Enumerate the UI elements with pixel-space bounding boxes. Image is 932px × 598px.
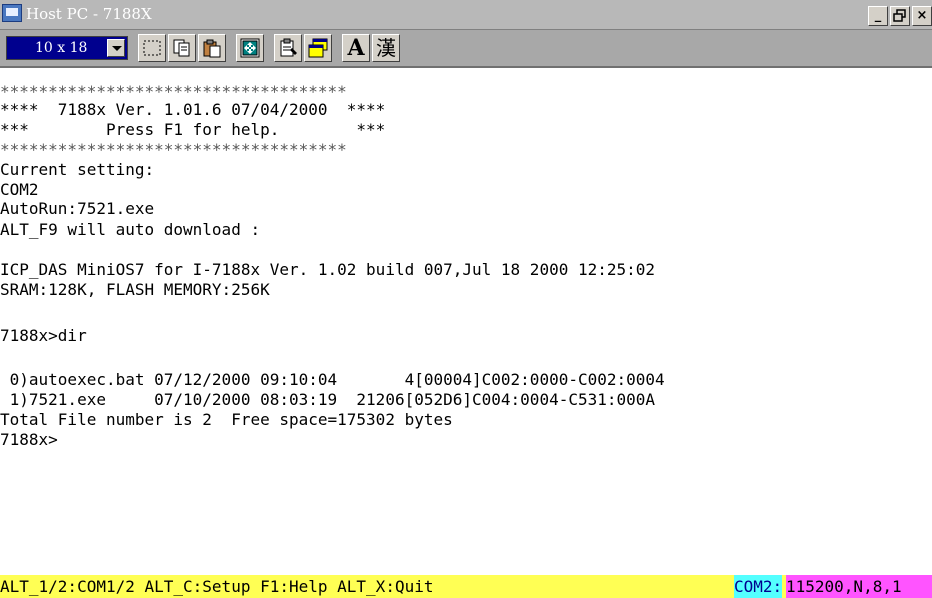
terminal-line: **** 7188x Ver. 1.01.6 07/04/2000 **** xyxy=(0,100,386,119)
terminal-line: COM2 xyxy=(0,180,39,199)
com-port-label: COM2: xyxy=(734,575,783,598)
terminal-line: AutoRun:7521.exe xyxy=(0,199,155,218)
terminal-line: SRAM:128K, FLASH MEMORY:256K xyxy=(0,280,270,299)
terminal-line: ICP_DAS MiniOS7 for I-7188x Ver. 1.02 bu… xyxy=(0,260,656,279)
font-button[interactable]: A xyxy=(342,34,370,62)
restore-button[interactable] xyxy=(890,6,910,26)
fullscreen-button[interactable] xyxy=(236,34,264,62)
terminal-line: 0)autoexec.bat 07/12/2000 09:10:04 4[000… xyxy=(0,370,665,389)
close-button[interactable]: × xyxy=(912,6,932,26)
paste-icon xyxy=(203,39,221,58)
title-bar[interactable]: Host PC - 7188X _ × xyxy=(0,0,932,30)
select-icon xyxy=(143,40,161,56)
fullscreen-icon xyxy=(240,38,260,58)
restore-icon xyxy=(893,9,906,22)
chinese-font-button[interactable]: 漢 xyxy=(372,34,400,62)
toolbar: 10 x 18 A 漢 xyxy=(0,30,932,68)
shortcut-hints: ALT_1/2:COM1/2 ALT_C:Setup F1:Help ALT_X… xyxy=(0,577,434,596)
select-button[interactable] xyxy=(138,34,166,62)
properties-icon xyxy=(280,38,297,57)
app-icon[interactable] xyxy=(2,4,22,22)
paste-button[interactable] xyxy=(198,34,226,62)
copy-icon xyxy=(173,39,190,57)
terminal-line: ALT_F9 will auto download : xyxy=(0,220,261,239)
window-icon xyxy=(308,38,328,58)
terminal-line: 1)7521.exe 07/10/2000 08:03:19 21206[052… xyxy=(0,390,656,409)
font-icon: A xyxy=(347,35,365,61)
font-size-select[interactable]: 10 x 18 xyxy=(6,36,128,60)
minimize-button[interactable]: _ xyxy=(868,6,888,26)
window-title: Host PC - 7188X xyxy=(26,5,152,23)
terminal-screen[interactable]: ************************************ ***… xyxy=(0,70,932,570)
chinese-font-icon: 漢 xyxy=(376,36,396,60)
chevron-down-icon[interactable] xyxy=(107,39,125,57)
font-size-value: 10 x 18 xyxy=(35,40,88,56)
copy-button[interactable] xyxy=(168,34,196,62)
terminal-line: 7188x>dir xyxy=(0,326,87,345)
terminal-line: ************************************ xyxy=(0,140,347,159)
window-button[interactable] xyxy=(304,34,332,62)
terminal-line: 7188x> xyxy=(0,430,58,449)
terminal-line: Current setting: xyxy=(0,160,155,179)
terminal-line: Total File number is 2 Free space=175302… xyxy=(0,410,453,429)
terminal-line: *** Press F1 for help. *** xyxy=(0,120,386,139)
status-bar: ALT_1/2:COM1/2 ALT_C:Setup F1:Help ALT_X… xyxy=(0,575,932,598)
serial-params: 115200,N,8,1 xyxy=(786,575,932,598)
terminal-line: ************************************ xyxy=(0,82,347,101)
properties-button[interactable] xyxy=(274,34,302,62)
